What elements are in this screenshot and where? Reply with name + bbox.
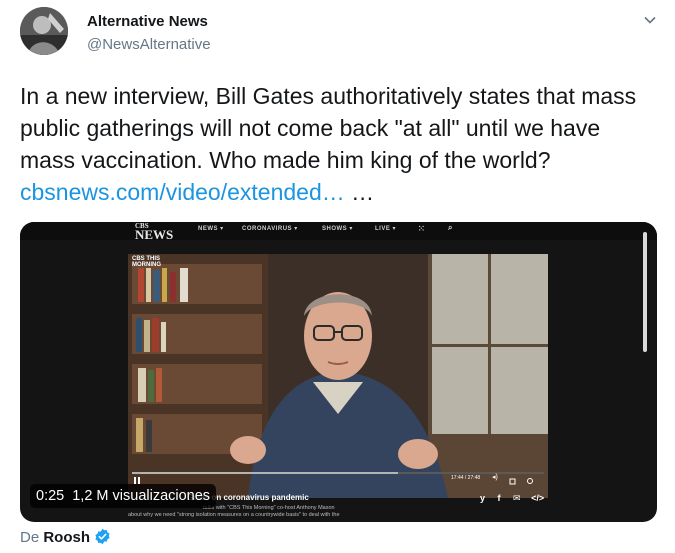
tweet-text: In a new interview, Bill Gates authorita… xyxy=(20,80,660,208)
attribution-author[interactable]: Roosh xyxy=(43,529,90,546)
cbs-this-morning-badge: CBS THIS MORNING xyxy=(132,256,161,268)
cbs-news-logo: CBS NEWS xyxy=(135,223,174,242)
cbs-header-bar: CBS NEWS NEWS ▾ CORONAVIRUS ▾ SHOWS ▾ LI… xyxy=(20,222,657,242)
tweet-link[interactable]: cbsnews.com/video/extended… xyxy=(20,179,345,205)
volume-icon[interactable]: ◂) xyxy=(492,473,498,481)
video-subline-2: about why we need "strong isolation meas… xyxy=(128,512,340,518)
tweet-body: In a new interview, Bill Gates authorita… xyxy=(20,83,637,173)
attribution: De Roosh xyxy=(20,528,111,549)
corner-line2: MORNING xyxy=(132,262,161,268)
chevron-down-icon[interactable] xyxy=(643,13,657,27)
logo-line2: NEWS xyxy=(135,227,174,242)
search-icon: ⌕ xyxy=(448,223,453,232)
avatar[interactable] xyxy=(20,7,68,55)
share-facebook-icon[interactable]: f xyxy=(498,493,501,503)
handle[interactable]: @NewsAlternative xyxy=(87,36,211,53)
video-player[interactable]: CBS NEWS NEWS ▾ CORONAVIRUS ▾ SHOWS ▾ LI… xyxy=(20,222,657,522)
verified-badge-icon xyxy=(94,528,111,549)
video-overlay-info: 0:25 1,2 M visualizaciones xyxy=(30,484,217,508)
grid-icon: ⁙ xyxy=(418,224,426,233)
embed-icon[interactable]: </> xyxy=(531,493,544,503)
nav-news: NEWS ▾ xyxy=(198,226,224,232)
share-icons: y f ✉ </> xyxy=(480,493,544,504)
scrollbar[interactable] xyxy=(643,232,647,352)
nav-coronavirus: CORONAVIRUS ▾ xyxy=(242,226,298,232)
display-name[interactable]: Alternative News xyxy=(87,13,208,30)
share-email-icon[interactable]: ✉ xyxy=(513,493,521,503)
video-frame xyxy=(128,254,548,498)
video-subline-1: talks with "CBS This Morning" co-host An… xyxy=(203,505,335,511)
tweet-ellipsis: … xyxy=(344,179,375,205)
nav-shows: SHOWS ▾ xyxy=(322,226,353,232)
attribution-prefix: De xyxy=(20,529,44,546)
elapsed-time: 0:25 xyxy=(36,488,65,504)
share-twitter-icon[interactable]: y xyxy=(480,493,485,503)
nav-live: LIVE ▾ xyxy=(375,226,397,232)
view-count: 1,2 M visualizaciones xyxy=(72,488,211,504)
player-time: 17:44 / 27:48 xyxy=(451,475,481,481)
